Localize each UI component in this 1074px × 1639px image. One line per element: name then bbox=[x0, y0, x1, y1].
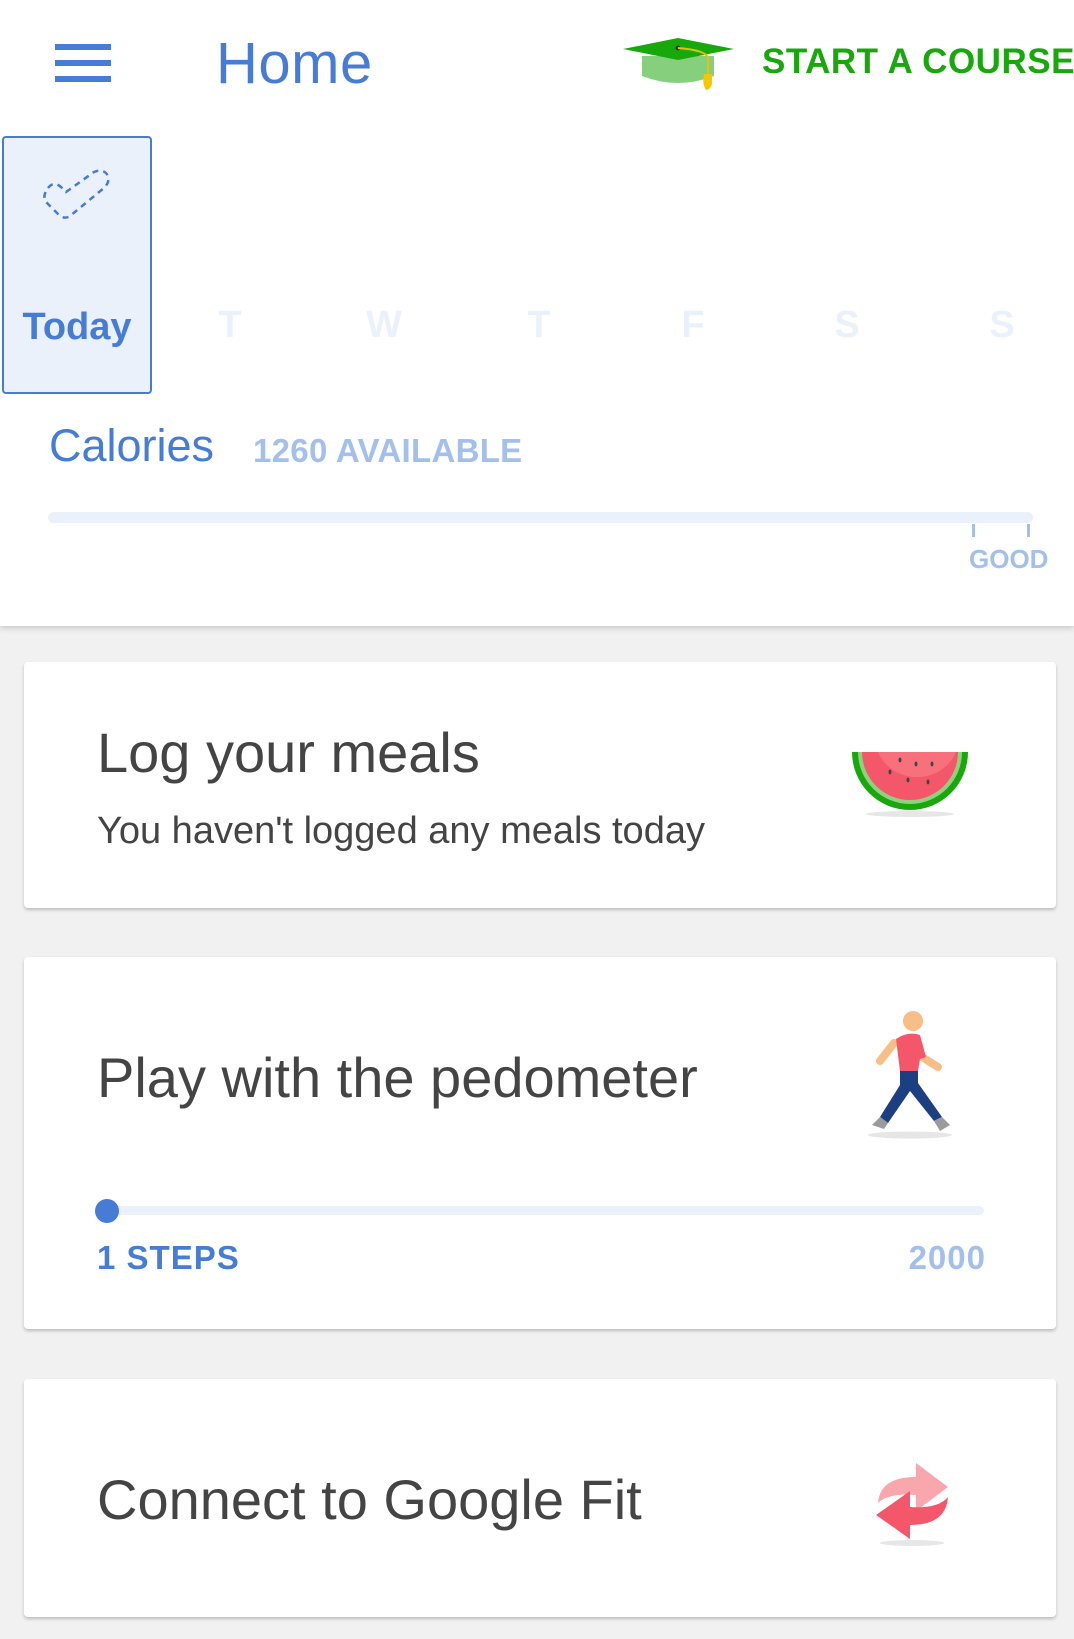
pedometer-title: Play with the pedometer bbox=[97, 1046, 698, 1109]
log-meals-title: Log your meals bbox=[97, 721, 480, 784]
steps-progress-track bbox=[107, 1206, 984, 1215]
watermelon-icon bbox=[852, 752, 968, 817]
good-range-start-tick bbox=[972, 524, 975, 537]
log-meals-subtitle: You haven't logged any meals today bbox=[97, 810, 705, 852]
good-range-end-tick bbox=[1027, 524, 1030, 537]
google-fit-title: Connect to Google Fit bbox=[97, 1468, 642, 1531]
menu-button[interactable] bbox=[55, 44, 113, 84]
calories-title: Calories bbox=[49, 420, 215, 471]
google-fit-card[interactable]: Connect to Google Fit bbox=[24, 1379, 1056, 1617]
day-tuesday[interactable]: T bbox=[200, 304, 260, 347]
pedometer-card[interactable]: Play with the pedometer 1 STEPS 2000 bbox=[24, 957, 1056, 1329]
graduation-cap-icon bbox=[623, 38, 734, 90]
dashed-check-icon bbox=[43, 169, 110, 219]
today-label: Today bbox=[22, 306, 132, 348]
day-thursday[interactable]: T bbox=[509, 304, 569, 347]
calories-progress-bar bbox=[48, 512, 1033, 523]
day-saturday[interactable]: S bbox=[817, 304, 877, 347]
day-selector: Today T W T F S S bbox=[0, 136, 1074, 398]
start-course-label: START A COURSE bbox=[762, 42, 1074, 81]
walking-person-icon bbox=[868, 1011, 952, 1139]
steps-goal: 2000 bbox=[908, 1239, 986, 1276]
steps-count: 1 STEPS bbox=[97, 1239, 240, 1276]
calories-available: 1260 AVAILABLE bbox=[253, 432, 523, 469]
page-title: Home bbox=[216, 31, 373, 96]
log-meals-card[interactable]: Log your meals You haven't logged any me… bbox=[24, 662, 1056, 908]
day-wednesday[interactable]: W bbox=[354, 304, 414, 347]
menu-icon-bar bbox=[55, 60, 111, 66]
menu-icon-bar bbox=[55, 76, 111, 82]
day-today[interactable]: Today bbox=[2, 136, 152, 394]
steps-progress-knob bbox=[95, 1199, 120, 1223]
menu-icon-bar bbox=[55, 44, 111, 50]
top-panel: Home START A COURSE Today T W T F S S Ca… bbox=[0, 0, 1074, 626]
day-friday[interactable]: F bbox=[663, 304, 723, 347]
good-range-label: GOOD bbox=[969, 544, 1049, 574]
start-course-button[interactable]: START A COURSE bbox=[622, 28, 1074, 98]
sync-arrows-icon bbox=[876, 1463, 948, 1546]
day-sunday[interactable]: S bbox=[972, 304, 1032, 347]
